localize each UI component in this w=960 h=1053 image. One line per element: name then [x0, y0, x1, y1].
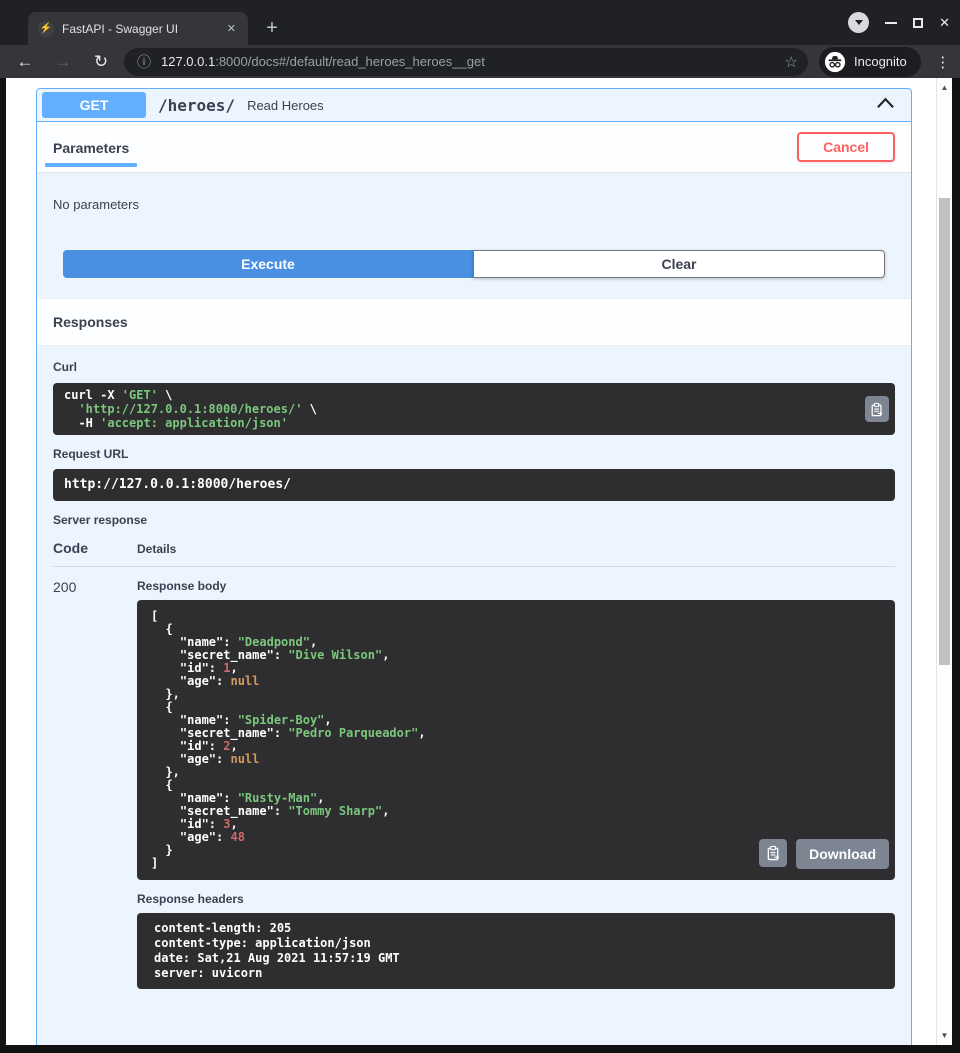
endpoint-summary: Read Heroes	[247, 98, 870, 113]
parameters-header: Parameters Cancel	[37, 122, 911, 173]
responses-content: Curl curl -X 'GET' \ 'http://127.0.0.1:8…	[37, 346, 911, 1009]
table-row: 200 Response body [ { "name": "Deadpond"…	[53, 567, 895, 989]
response-body-text: [ { "name": "Deadpond", "secret_name": "…	[151, 610, 881, 870]
browser-toolbar: ← → ↻ ⓘ 127.0.0.1:8000/docs#/default/rea…	[0, 45, 960, 78]
response-headers-block: content-length: 205 content-type: applic…	[137, 913, 895, 989]
scroll-up-button[interactable]: ▲	[937, 83, 952, 92]
clipboard-icon	[870, 402, 884, 417]
response-headers-text: content-length: 205 content-type: applic…	[154, 921, 878, 981]
scroll-thumb[interactable]	[939, 198, 950, 665]
browser-menu-button[interactable]: ⋮	[933, 53, 953, 71]
window-menu-button[interactable]	[848, 12, 869, 33]
execute-button[interactable]: Execute	[63, 250, 473, 278]
code-column-header: Code	[53, 540, 137, 556]
response-body-block: [ { "name": "Deadpond", "secret_name": "…	[137, 600, 895, 880]
back-button[interactable]: ←	[10, 52, 40, 72]
window-border-right	[952, 78, 960, 1045]
details-cell: Response body [ { "name": "Deadpond", "s…	[137, 579, 895, 989]
details-column-header: Details	[137, 542, 176, 556]
responses-section-title: Responses	[37, 298, 911, 346]
request-url-label: Request URL	[53, 447, 895, 461]
curl-label: Curl	[53, 360, 895, 374]
server-response-table: Code Details 200 Response body [ { "name…	[53, 540, 895, 989]
opblock-summary[interactable]: GET /heroes/ Read Heroes	[37, 89, 911, 122]
no-parameters-text: No parameters	[37, 173, 911, 250]
tab-close-button[interactable]: ✕	[223, 20, 240, 37]
tab-title: FastAPI - Swagger UI	[62, 22, 223, 36]
bookmark-star-icon[interactable]: ☆	[785, 53, 798, 71]
curl-code-block: curl -X 'GET' \ 'http://127.0.0.1:8000/h…	[53, 383, 895, 435]
clear-button[interactable]: Clear	[473, 250, 885, 278]
browser-titlebar: ⚡ FastAPI - Swagger UI ✕ + ✕	[0, 0, 960, 45]
fastapi-favicon-icon: ⚡	[38, 21, 54, 37]
url-text[interactable]: 127.0.0.1:8000/docs#/default/read_heroes…	[161, 54, 777, 69]
incognito-icon	[824, 51, 846, 73]
response-headers-label: Response headers	[137, 892, 895, 906]
endpoint-path: /heroes/	[158, 96, 235, 115]
opblock-get-heroes: GET /heroes/ Read Heroes Parameters Canc…	[36, 88, 912, 1045]
url-path: :8000/docs#/default/read_heroes_heroes__…	[215, 54, 485, 69]
new-tab-button[interactable]: +	[258, 14, 286, 42]
url-bar[interactable]: ⓘ 127.0.0.1:8000/docs#/default/read_hero…	[124, 48, 808, 76]
status-code: 200	[53, 579, 137, 989]
info-icon[interactable]: ⓘ	[137, 52, 151, 72]
minimize-button[interactable]	[885, 22, 897, 24]
forward-button[interactable]: →	[48, 52, 78, 72]
browser-tab[interactable]: ⚡ FastAPI - Swagger UI ✕	[28, 12, 248, 45]
maximize-button[interactable]	[913, 18, 923, 28]
reload-button[interactable]: ↻	[86, 52, 116, 72]
server-response-label: Server response	[53, 513, 895, 527]
page-scrollbar[interactable]: ▲ ▼	[936, 78, 952, 1045]
cancel-button[interactable]: Cancel	[797, 132, 895, 162]
request-url-text: http://127.0.0.1:8000/heroes/	[64, 478, 884, 492]
incognito-badge: Incognito	[819, 47, 921, 77]
copy-response-button[interactable]	[759, 839, 787, 867]
curl-command-text: curl -X 'GET' \ 'http://127.0.0.1:8000/h…	[64, 388, 884, 430]
table-header: Code Details	[53, 540, 895, 567]
method-badge: GET	[42, 92, 146, 118]
collapse-button[interactable]	[870, 94, 901, 116]
tab-parameters[interactable]: Parameters	[53, 125, 133, 170]
swagger-page: GET /heroes/ Read Heroes Parameters Canc…	[6, 78, 936, 1045]
download-button[interactable]: Download	[796, 839, 889, 869]
copy-curl-button[interactable]	[865, 396, 889, 422]
clipboard-icon	[766, 845, 781, 861]
chevron-down-icon	[855, 20, 863, 25]
request-url-block: http://127.0.0.1:8000/heroes/	[53, 469, 895, 501]
url-host: 127.0.0.1	[161, 54, 215, 69]
window-controls: ✕	[848, 0, 950, 45]
incognito-label: Incognito	[854, 54, 907, 69]
scroll-down-button[interactable]: ▼	[937, 1031, 952, 1040]
window-close-button[interactable]: ✕	[939, 16, 950, 29]
response-body-buttons: Download	[759, 839, 889, 869]
execute-row: Execute Clear	[47, 250, 901, 278]
chevron-up-icon	[876, 97, 895, 109]
response-body-label: Response body	[137, 579, 895, 593]
